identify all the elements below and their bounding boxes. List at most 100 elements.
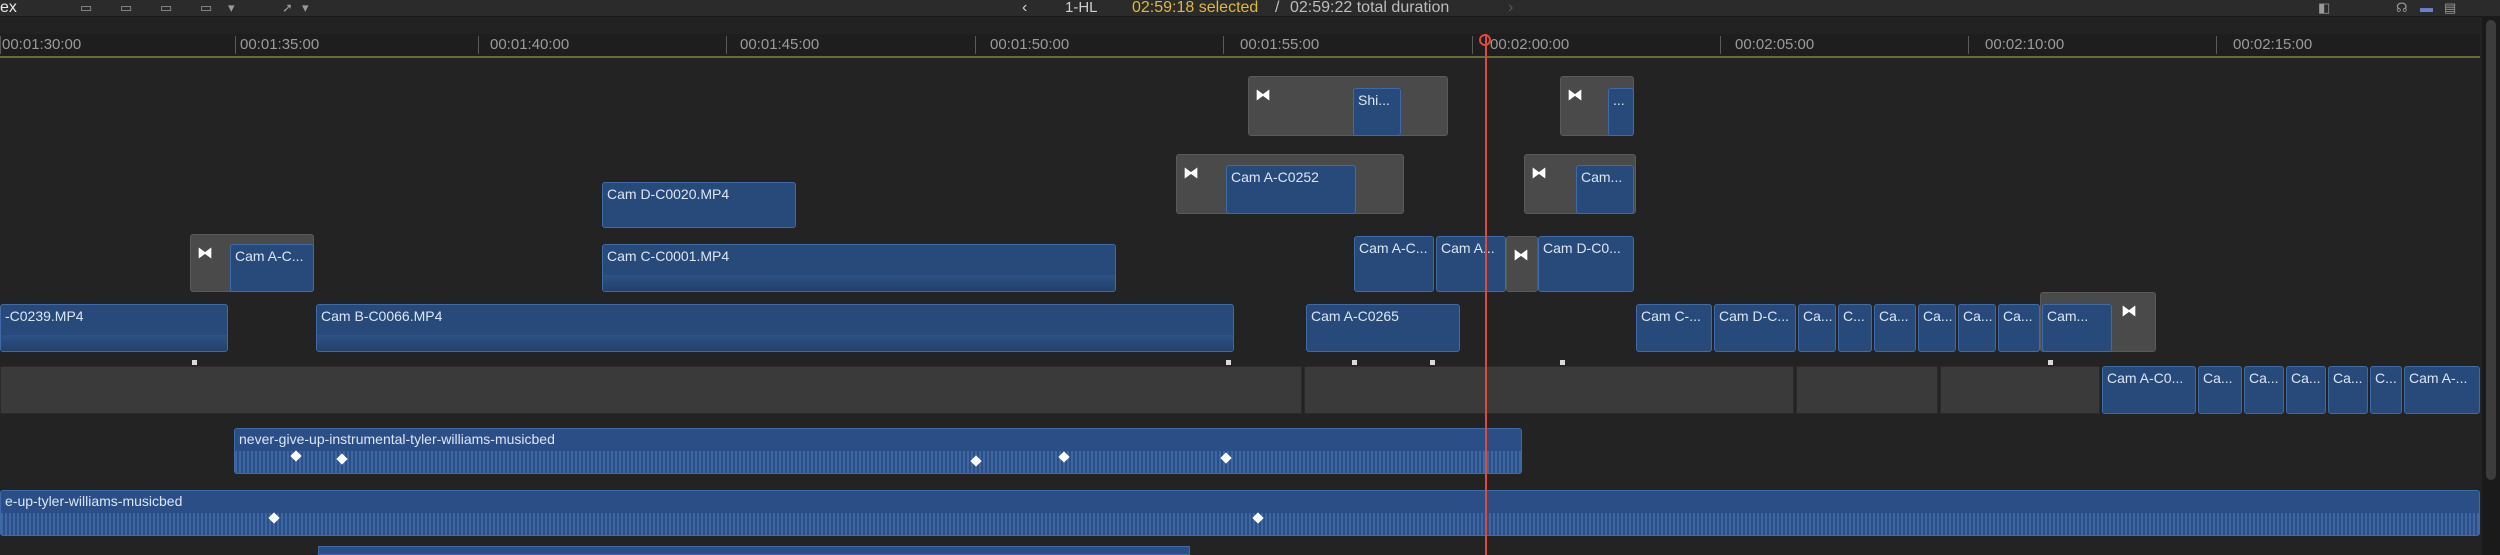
marker[interactable] xyxy=(1352,360,1357,365)
video-clip[interactable]: Cam D-C0... xyxy=(1538,236,1634,292)
clip-label: Cam... xyxy=(1581,169,1623,185)
video-clip[interactable]: Cam A-C0265 xyxy=(1306,304,1460,352)
clip-label: Cam... xyxy=(2047,308,2089,324)
ruler-tick xyxy=(1223,36,1224,54)
video-clip[interactable]: C... xyxy=(2370,366,2402,414)
select-tool-icon[interactable]: ➚ xyxy=(282,1,298,14)
transition-handle-icon: ⧓ xyxy=(1567,87,1583,104)
ruler-tick-label: 00:01:35:00 xyxy=(240,36,320,53)
video-clip[interactable]: Cam D-C0020.MP4 xyxy=(602,182,796,228)
video-clip[interactable]: Cam A-... xyxy=(2404,366,2480,414)
video-clip[interactable]: Cam A-C0252 xyxy=(1226,165,1356,214)
audio-clip-partial[interactable] xyxy=(318,546,1190,555)
video-clip[interactable]: Cam... xyxy=(2042,304,2112,352)
video-clip[interactable]: Cam D-C... xyxy=(1714,304,1796,352)
clip-label: Cam B-C0066.MP4 xyxy=(321,308,443,324)
video-clip[interactable]: Ca... xyxy=(2244,366,2284,414)
video-clip[interactable]: Ca... xyxy=(1918,304,1956,352)
video-clip[interactable]: -C0239.MP4 xyxy=(0,304,228,352)
transition-handle-icon: ⧓ xyxy=(1255,87,1271,104)
connect-clip-icon[interactable]: ▭ xyxy=(160,1,176,14)
audio-clip[interactable]: never-give-up-instrumental-tyler-william… xyxy=(234,428,1522,474)
playhead[interactable] xyxy=(1485,34,1487,555)
ruler-tick xyxy=(2216,36,2217,54)
clip-label: Ca... xyxy=(1963,308,1993,324)
video-clip[interactable]: Cam A... xyxy=(1436,236,1506,292)
ruler-tick-label: 00:02:15:00 xyxy=(2233,36,2313,53)
marker[interactable] xyxy=(2048,360,2053,365)
overwrite-clip-icon[interactable]: ▭ xyxy=(200,1,216,14)
video-clip[interactable]: Cam C-C0001.MP4 xyxy=(602,244,1116,292)
clip-label: Cam A-... xyxy=(2409,370,2468,386)
transition-handle-icon: ⧓ xyxy=(1531,165,1547,182)
marker[interactable] xyxy=(1560,360,1565,365)
project-name: 1-HL xyxy=(1065,0,1098,16)
clip-label: Cam A-C0... xyxy=(2107,370,2184,386)
clip-label: Ca... xyxy=(2003,308,2033,324)
transition-handle-icon: ⧓ xyxy=(2121,303,2137,320)
scrollbar-thumb[interactable] xyxy=(2486,20,2496,480)
ruler-tick xyxy=(235,36,236,54)
tool-menu-chevron-icon[interactable]: ▾ xyxy=(302,1,318,14)
clip-label: Ca... xyxy=(2291,370,2321,386)
video-clip[interactable]: Cam C-... xyxy=(1636,304,1712,352)
video-clip[interactable]: Shi... xyxy=(1353,88,1401,136)
marker[interactable] xyxy=(192,360,197,365)
clip-label: Ca... xyxy=(2333,370,2363,386)
video-clip[interactable]: Cam... xyxy=(1576,165,1634,214)
ruler-tick xyxy=(1720,36,1721,54)
append-clip-icon[interactable]: ▭ xyxy=(80,1,96,14)
transition[interactable]: ⧓ xyxy=(1506,236,1538,292)
marker[interactable] xyxy=(1226,360,1231,365)
video-clip[interactable]: ... xyxy=(1608,88,1634,136)
vertical-scrollbar[interactable] xyxy=(2482,16,2500,555)
marker[interactable] xyxy=(1430,360,1435,365)
video-clip[interactable]: Ca... xyxy=(2328,366,2368,414)
selected-duration: 02:59:18 selected xyxy=(1132,0,1259,16)
video-clip[interactable]: C... xyxy=(1838,304,1872,352)
ruler-tick xyxy=(0,36,1,54)
clip-label: Cam A-C... xyxy=(235,248,304,264)
ruler-tick xyxy=(1968,36,1969,54)
video-clip[interactable]: Cam A-C0... xyxy=(2102,366,2196,414)
chevron-down-icon[interactable]: ▾ xyxy=(228,1,244,14)
headphones-icon[interactable]: ☊ xyxy=(2396,1,2412,14)
transition[interactable]: ⧓ xyxy=(1248,76,1448,136)
gap-clip[interactable] xyxy=(1940,366,2100,414)
gap-clip[interactable] xyxy=(1796,366,1938,414)
audio-clip[interactable]: e-up-tyler-williams-musicbed xyxy=(0,490,2480,536)
total-duration: 02:59:22 total duration xyxy=(1290,0,1450,16)
ruler-tick-label: 00:02:05:00 xyxy=(1735,36,1815,53)
clip-label: Cam A-C... xyxy=(1359,240,1428,256)
gap-clip[interactable] xyxy=(1304,366,1794,414)
transition-handle-icon: ⧓ xyxy=(1513,247,1529,264)
video-clip[interactable]: Cam A-C... xyxy=(1354,236,1434,292)
duration-separator: / xyxy=(1275,0,1280,16)
clip-label: C... xyxy=(2375,370,2397,386)
video-clip[interactable]: Ca... xyxy=(2286,366,2326,414)
clip-appearance-icon[interactable]: ▬ xyxy=(2420,1,2436,14)
transition-handle-icon: ⧓ xyxy=(1183,165,1199,182)
clip-label: Cam C-... xyxy=(1641,308,1701,324)
ruler-tick-label: 00:01:30:00 xyxy=(2,36,82,53)
audio-skimming-icon[interactable]: ◧ xyxy=(2318,1,2334,14)
nav-forward-button[interactable]: › xyxy=(1508,0,1513,16)
audio-waveform xyxy=(603,275,1115,291)
ruler-tick-label: 00:02:00:00 xyxy=(1490,36,1570,53)
video-clip[interactable]: Ca... xyxy=(1874,304,1916,352)
ruler-tick xyxy=(975,36,976,54)
nav-back-button[interactable]: ‹ xyxy=(1022,0,1027,16)
insert-clip-icon[interactable]: ▭ xyxy=(120,1,136,14)
playhead-handle-icon[interactable] xyxy=(1479,34,1491,46)
ruler-tick-label: 00:02:10:00 xyxy=(1985,36,2065,53)
gap-clip[interactable] xyxy=(0,366,1302,414)
timeline-index-icon[interactable]: ▤ xyxy=(2444,1,2460,14)
video-clip[interactable]: Ca... xyxy=(2198,366,2242,414)
video-clip[interactable]: Ca... xyxy=(1958,304,1996,352)
timecode-ruler[interactable]: 00:01:30:00 00:01:35:00 00:01:40:00 00:0… xyxy=(0,34,2480,58)
video-clip[interactable]: Ca... xyxy=(1998,304,2040,352)
video-clip[interactable]: Ca... xyxy=(1798,304,1836,352)
video-clip[interactable]: Cam B-C0066.MP4 xyxy=(316,304,1234,352)
video-clip[interactable]: Cam A-C... xyxy=(230,244,314,292)
ruler-tick xyxy=(478,36,479,54)
